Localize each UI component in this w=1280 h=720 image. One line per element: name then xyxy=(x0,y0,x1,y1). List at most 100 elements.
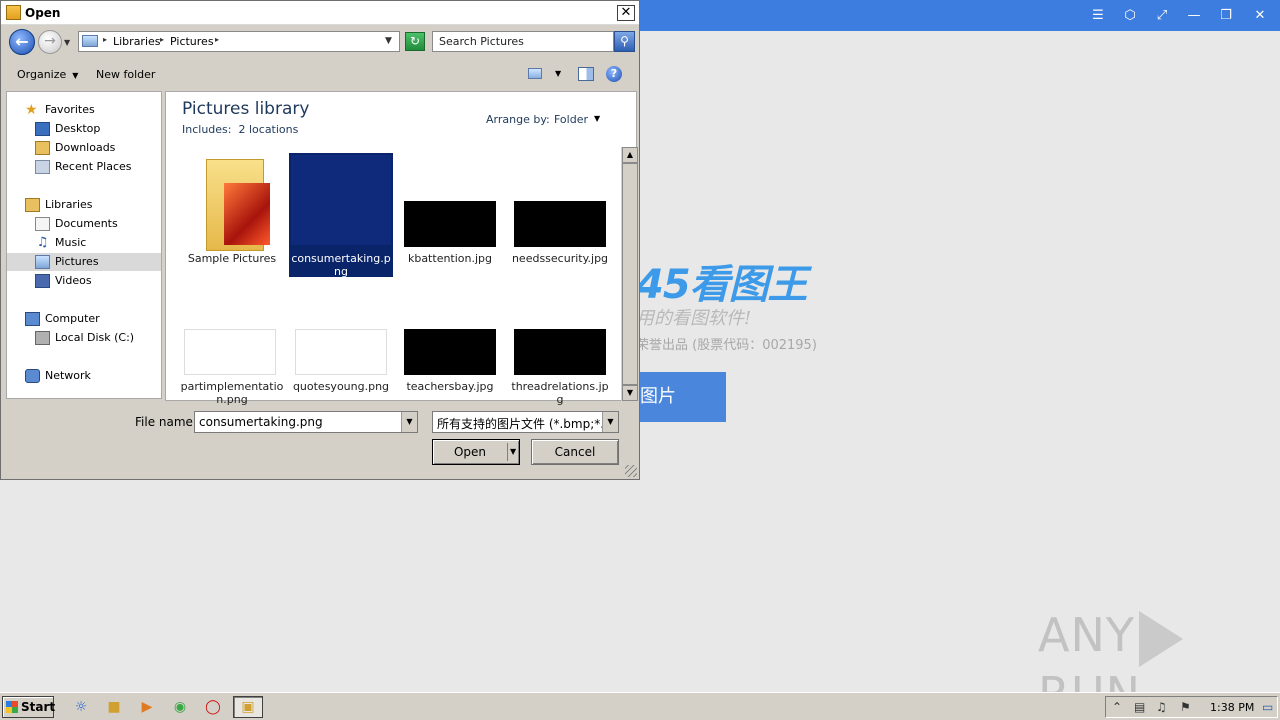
new-folder-button[interactable]: New folder xyxy=(96,68,155,81)
file-name: kbattention.jpg xyxy=(407,252,493,265)
file-name: teachersbay.jpg xyxy=(406,380,494,393)
open-button[interactable]: Open ▼ xyxy=(432,439,520,465)
image-thumbnail xyxy=(184,329,276,375)
forward-button[interactable]: → xyxy=(38,30,62,54)
nav-network-label: Network xyxy=(45,369,91,382)
nav-computer[interactable]: Computer xyxy=(7,310,161,328)
file-item-selected[interactable]: consumertaking.png xyxy=(289,153,393,278)
nav-recent-places[interactable]: Recent Places xyxy=(7,158,161,176)
navigation-bar: ← → ▼ ▸ Libraries ▸ Pictures ▸ ▼ ↻ Searc… xyxy=(1,26,639,58)
breadcrumb-libraries[interactable]: Libraries xyxy=(113,35,161,48)
nav-libraries-label: Libraries xyxy=(45,198,93,211)
minimize-icon[interactable]: — xyxy=(1184,6,1204,26)
open-dialog: Open ✕ ← → ▼ ▸ Libraries ▸ Pictures ▸ ▼ … xyxy=(0,0,640,480)
file-explorer-icon[interactable]: ■ xyxy=(103,697,125,717)
refresh-button[interactable]: ↻ xyxy=(405,32,425,51)
desktop-icon xyxy=(35,122,50,136)
file-type-dropdown-icon[interactable]: ▼ xyxy=(602,412,618,432)
show-desktop-icon[interactable]: ▭ xyxy=(1262,700,1273,714)
address-dropdown-icon[interactable]: ▼ xyxy=(385,36,392,46)
breadcrumb-separator-icon[interactable]: ▸ xyxy=(103,35,107,44)
nav-pictures-label: Pictures xyxy=(55,255,99,268)
dialog-close-button[interactable]: ✕ xyxy=(617,5,635,21)
file-item[interactable]: Sample Pictures xyxy=(180,153,284,277)
open-image-button[interactable]: 图片 xyxy=(636,372,726,422)
fullscreen-icon[interactable]: ⤢ xyxy=(1152,6,1172,26)
file-name-input[interactable]: consumertaking.png xyxy=(194,411,418,433)
nav-network[interactable]: Network xyxy=(7,367,161,385)
clock[interactable]: 1:38 PM xyxy=(1210,701,1254,714)
includes-locations-link[interactable]: 2 locations xyxy=(238,123,298,136)
nav-pictures[interactable]: Pictures xyxy=(7,253,161,271)
file-type-select[interactable]: 所有支持的图片文件 (*.bmp;*.d xyxy=(432,411,619,433)
scroll-down-icon[interactable]: ▼ xyxy=(622,385,638,401)
image-thumbnail xyxy=(514,201,606,247)
videos-icon xyxy=(35,274,50,288)
skin-icon[interactable]: ⬡ xyxy=(1120,6,1140,26)
folder-preview-image xyxy=(224,183,270,245)
file-item[interactable]: teachersbay.jpg xyxy=(398,281,502,405)
arrange-by-dropdown[interactable]: Folder xyxy=(554,113,588,126)
volume-icon[interactable]: ♫ xyxy=(1156,700,1167,714)
chrome-icon[interactable]: ◉ xyxy=(169,697,191,717)
file-name: needssecurity.jpg xyxy=(511,252,609,265)
file-item[interactable]: kbattention.jpg xyxy=(398,153,502,277)
breadcrumb-separator-icon[interactable]: ▸ xyxy=(160,35,164,44)
address-bar[interactable]: ▸ Libraries ▸ Pictures ▸ ▼ xyxy=(78,31,400,52)
network-tray-icon[interactable]: ▤ xyxy=(1134,700,1145,714)
nav-videos[interactable]: Videos xyxy=(7,272,161,290)
cancel-button[interactable]: Cancel xyxy=(531,439,619,465)
nav-music[interactable]: ♫ Music xyxy=(7,234,161,252)
music-icon: ♫ xyxy=(36,235,49,250)
file-item[interactable]: threadrelations.jpg xyxy=(508,281,612,406)
change-view-icon[interactable] xyxy=(528,68,542,79)
breadcrumb-separator-icon[interactable]: ▸ xyxy=(215,35,219,44)
file-item[interactable]: needssecurity.jpg xyxy=(508,153,612,277)
search-icon[interactable]: ⚲ xyxy=(614,31,635,52)
start-label: Start xyxy=(21,700,56,714)
breadcrumb-pictures[interactable]: Pictures xyxy=(170,35,214,48)
chevron-down-icon[interactable]: ▼ xyxy=(594,114,600,123)
opera-icon[interactable]: ◯ xyxy=(202,697,224,717)
chevron-down-icon: ▼ xyxy=(72,71,79,80)
file-item[interactable]: partimplementation.png xyxy=(180,281,284,406)
nav-local-disk-label: Local Disk (C:) xyxy=(55,331,135,344)
start-button[interactable]: Start xyxy=(2,696,56,718)
scroll-thumb[interactable] xyxy=(622,163,638,385)
file-name: consumertaking.png xyxy=(291,252,391,278)
media-player-icon[interactable]: ▶ xyxy=(136,697,158,717)
file-name: quotesyoung.png xyxy=(292,380,390,393)
includes-label: Includes: xyxy=(182,123,232,136)
scroll-up-icon[interactable]: ▲ xyxy=(622,147,638,163)
recent-places-icon xyxy=(35,160,50,174)
vertical-scrollbar[interactable]: ▲ ▼ xyxy=(621,147,638,401)
resize-grip[interactable] xyxy=(625,465,637,477)
file-name-dropdown-icon[interactable]: ▼ xyxy=(401,412,417,432)
help-icon[interactable]: ? xyxy=(606,66,622,82)
organize-button[interactable]: Organize ▼ xyxy=(17,68,78,81)
preview-pane-icon[interactable] xyxy=(578,67,594,81)
action-center-flag-icon[interactable]: ⚑ xyxy=(1180,700,1191,714)
recent-locations-dropdown[interactable]: ▼ xyxy=(64,38,70,47)
restore-icon[interactable]: ❐ xyxy=(1216,6,1236,26)
nav-favorites[interactable]: ★ Favorites xyxy=(7,101,161,119)
show-hidden-icons-icon[interactable]: ⌃ xyxy=(1112,700,1122,714)
nav-downloads[interactable]: Downloads xyxy=(7,139,161,157)
nav-libraries[interactable]: Libraries xyxy=(7,196,161,214)
nav-documents[interactable]: Documents xyxy=(7,215,161,233)
back-button[interactable]: ← xyxy=(9,29,35,55)
open-options-dropdown-icon[interactable]: ▼ xyxy=(510,447,516,456)
close-icon[interactable]: ✕ xyxy=(1250,6,1270,26)
nav-desktop-label: Desktop xyxy=(55,122,101,135)
taskbar-active-app[interactable]: ▣ xyxy=(233,696,263,718)
nav-local-disk[interactable]: Local Disk (C:) xyxy=(7,329,161,347)
internet-explorer-icon[interactable]: ☼ xyxy=(70,697,92,717)
image-thumbnail xyxy=(514,329,606,375)
arrange-by-label: Arrange by: xyxy=(486,113,550,126)
menu-icon[interactable]: ☰ xyxy=(1088,6,1108,26)
file-item[interactable]: quotesyoung.png xyxy=(289,281,393,405)
nav-desktop[interactable]: Desktop xyxy=(7,120,161,138)
search-input[interactable]: Search Pictures xyxy=(432,31,614,52)
open-button-label: Open xyxy=(453,445,487,459)
view-options-dropdown-icon[interactable]: ▼ xyxy=(555,69,561,78)
